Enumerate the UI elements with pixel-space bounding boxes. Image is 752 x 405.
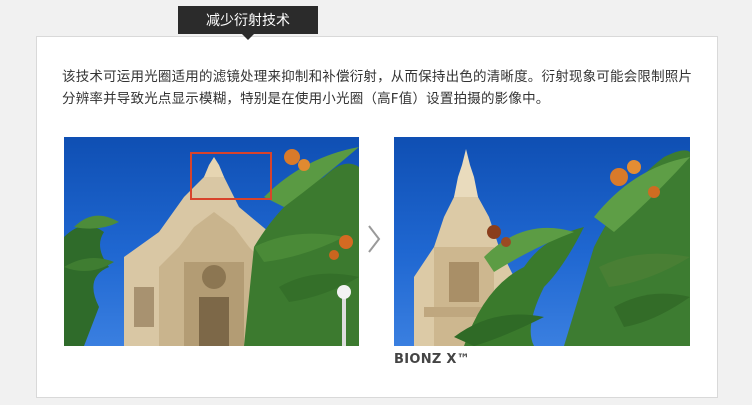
chevron-right-icon [368,225,381,253]
after-image [394,137,690,346]
tab-pointer [242,34,254,40]
section-tab-title: 减少衍射技术 [178,6,318,34]
after-image-caption: BIONZ X™ [394,352,471,367]
zoom-region-highlight [190,152,272,200]
feature-description: 该技术可运用光圈适用的滤镜处理来抑制和补偿衍射，从而保持出色的清晰度。衍射现象可… [62,69,693,107]
after-image-illustration [414,149,690,346]
